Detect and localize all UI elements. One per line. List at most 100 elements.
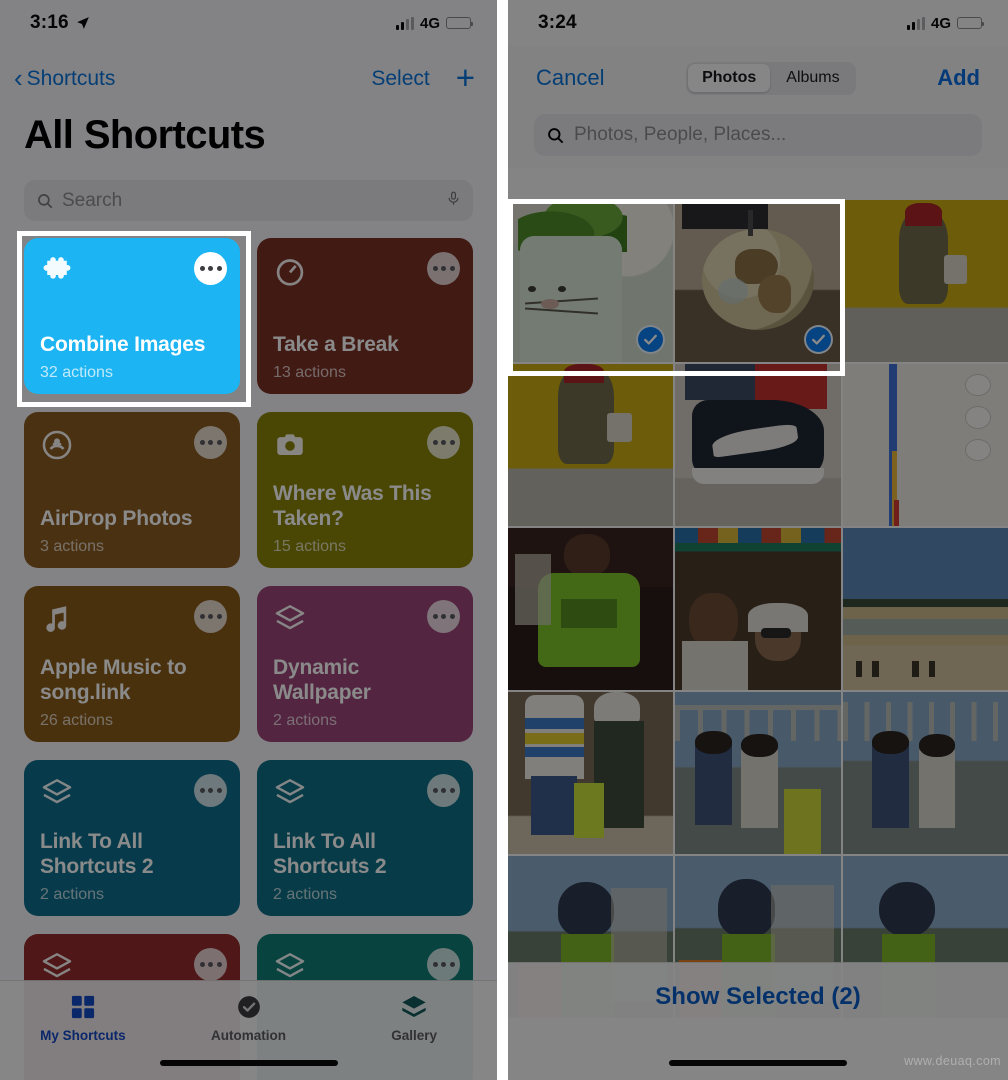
layers-icon	[273, 602, 307, 636]
shortcut-more-button[interactable]	[427, 426, 460, 459]
shortcut-name: Apple Music to song.link	[40, 656, 187, 704]
photo-cell[interactable]	[675, 364, 841, 526]
shortcut-card-apple-music-to-songlink[interactable]: Apple Music to song.link 26 actions	[24, 586, 240, 742]
segment-photos[interactable]: Photos	[688, 64, 771, 92]
shortcut-actions-count: 13 actions	[273, 364, 346, 381]
photo-cell[interactable]	[675, 528, 841, 690]
segmented-control: Photos Albums	[685, 61, 857, 95]
photo-cell[interactable]	[842, 364, 1008, 526]
back-button[interactable]: ‹ Shortcuts	[14, 65, 115, 91]
clock-check-icon	[235, 993, 263, 1021]
shortcut-card-where-was-this-taken[interactable]: Where Was This Taken? 15 actions	[257, 412, 473, 568]
status-bar-right: 4G	[395, 14, 473, 32]
shortcut-more-button[interactable]	[427, 948, 460, 981]
shortcut-actions-count: 32 actions	[40, 364, 113, 381]
shortcut-more-button[interactable]	[427, 774, 460, 807]
shortcut-name: Dynamic Wallpaper	[273, 656, 371, 704]
grid-squares-icon	[69, 993, 97, 1021]
photo-thumbnail	[675, 692, 841, 854]
status-bar: 3:24 4G	[508, 0, 1008, 46]
shortcut-card-take-a-break[interactable]: Take a Break 13 actions	[257, 238, 473, 394]
shortcut-more-button[interactable]	[194, 600, 227, 633]
network-type-label: 4G	[419, 14, 440, 32]
tab-gallery[interactable]: Gallery	[331, 993, 497, 1043]
shortcut-card-link-to-all-shortcuts-2-b[interactable]: Link To All Shortcuts 2 2 actions	[257, 760, 473, 916]
select-button[interactable]: Select	[371, 67, 429, 91]
search-input[interactable]: Search	[24, 180, 473, 221]
navigation-actions: Select +	[371, 61, 475, 94]
shortcut-actions-count: 26 actions	[40, 712, 113, 729]
status-bar-left: 3:24	[538, 12, 577, 34]
photo-selected-check[interactable]	[803, 325, 833, 354]
navigation-bar: ‹ Shortcuts Select +	[0, 56, 497, 102]
photo-thumbnail	[675, 364, 841, 526]
photo-cell[interactable]	[842, 692, 1008, 854]
shortcut-more-button[interactable]	[427, 600, 460, 633]
timer-icon	[273, 254, 307, 288]
camera-icon	[273, 428, 307, 462]
tab-label: Gallery	[391, 1028, 438, 1043]
photo-cell[interactable]	[842, 528, 1008, 690]
shortcut-more-button[interactable]	[194, 774, 227, 807]
photo-cell[interactable]	[508, 692, 674, 854]
airdrop-icon	[40, 428, 74, 462]
photo-thumbnail	[842, 528, 1008, 690]
shortcut-actions-count: 15 actions	[273, 538, 346, 555]
layers-icon	[273, 950, 307, 984]
search-icon	[546, 126, 565, 145]
cellular-signal-icon	[906, 16, 925, 30]
microphone-icon[interactable]	[446, 191, 461, 211]
photo-cell[interactable]	[508, 528, 674, 690]
shortcut-card-link-to-all-shortcuts-2-a[interactable]: Link To All Shortcuts 2 2 actions	[24, 760, 240, 916]
status-bar: 3:16 4G	[0, 0, 497, 46]
layers-icon	[400, 993, 428, 1021]
shortcut-more-button[interactable]	[194, 948, 227, 981]
show-selected-button[interactable]: Show Selected (2)	[508, 983, 1008, 1011]
picker-header: Cancel Photos Albums Add Photos, People,…	[508, 46, 1008, 168]
shortcuts-app-screen: 3:16 4G ‹ Shortcuts Select + All Shortcu…	[0, 0, 497, 1080]
home-indicator	[669, 1060, 847, 1066]
tab-automation[interactable]: Automation	[166, 993, 332, 1043]
location-arrow-icon	[76, 16, 90, 30]
search-placeholder: Search	[62, 189, 123, 211]
photo-thumbnail	[508, 364, 674, 526]
plus-icon[interactable]: +	[456, 61, 475, 94]
photo-cell[interactable]	[508, 364, 674, 526]
network-type-label: 4G	[930, 14, 951, 32]
tab-label: Automation	[211, 1028, 286, 1043]
photo-cell[interactable]	[675, 692, 841, 854]
layers-icon	[273, 776, 307, 810]
shortcut-actions-count: 3 actions	[40, 538, 105, 555]
shortcuts-grid: Combine Images 32 actions Take a Break 1…	[24, 238, 473, 1080]
page-title: All Shortcuts	[24, 113, 266, 157]
photo-search-input[interactable]: Photos, People, Places...	[534, 114, 990, 161]
photo-grid	[508, 200, 1008, 1018]
panel-divider	[497, 0, 508, 1080]
site-watermark: www.deuaq.com	[904, 1054, 1001, 1068]
photo-search-placeholder: Photos, People, Places...	[574, 124, 787, 145]
photo-cell[interactable]	[675, 200, 841, 362]
cancel-button[interactable]: Cancel	[536, 65, 604, 91]
status-bar-left: 3:16	[30, 12, 90, 34]
photo-thumbnail	[508, 528, 674, 690]
home-indicator	[159, 1060, 338, 1066]
shortcut-more-button[interactable]	[194, 426, 227, 459]
add-button[interactable]: Add	[937, 65, 980, 91]
photo-cell[interactable]	[842, 200, 1008, 362]
shortcuts-app-body: 3:16 4G ‹ Shortcuts Select + All Shortcu…	[0, 0, 497, 1080]
layers-icon	[40, 776, 74, 810]
shortcut-actions-count: 2 actions	[273, 886, 338, 903]
two-phone-screenshots: 3:16 4G ‹ Shortcuts Select + All Shortcu…	[0, 0, 1008, 1080]
shortcut-more-button[interactable]	[194, 252, 227, 285]
tab-label: My Shortcuts	[40, 1028, 126, 1043]
photo-cell[interactable]	[508, 200, 674, 362]
shortcut-card-combine-images[interactable]: Combine Images 32 actions	[24, 238, 240, 394]
shortcut-more-button[interactable]	[427, 252, 460, 285]
shortcut-card-dynamic-wallpaper[interactable]: Dynamic Wallpaper 2 actions	[257, 586, 473, 742]
tab-my-shortcuts[interactable]: My Shortcuts	[0, 993, 166, 1043]
picker-toolbar: Cancel Photos Albums Add	[508, 46, 1008, 110]
layers-icon	[40, 950, 74, 984]
shortcut-card-airdrop-photos[interactable]: AirDrop Photos 3 actions	[24, 412, 240, 568]
segment-albums[interactable]: Albums	[772, 64, 853, 92]
shortcut-name: Combine Images	[40, 332, 206, 356]
